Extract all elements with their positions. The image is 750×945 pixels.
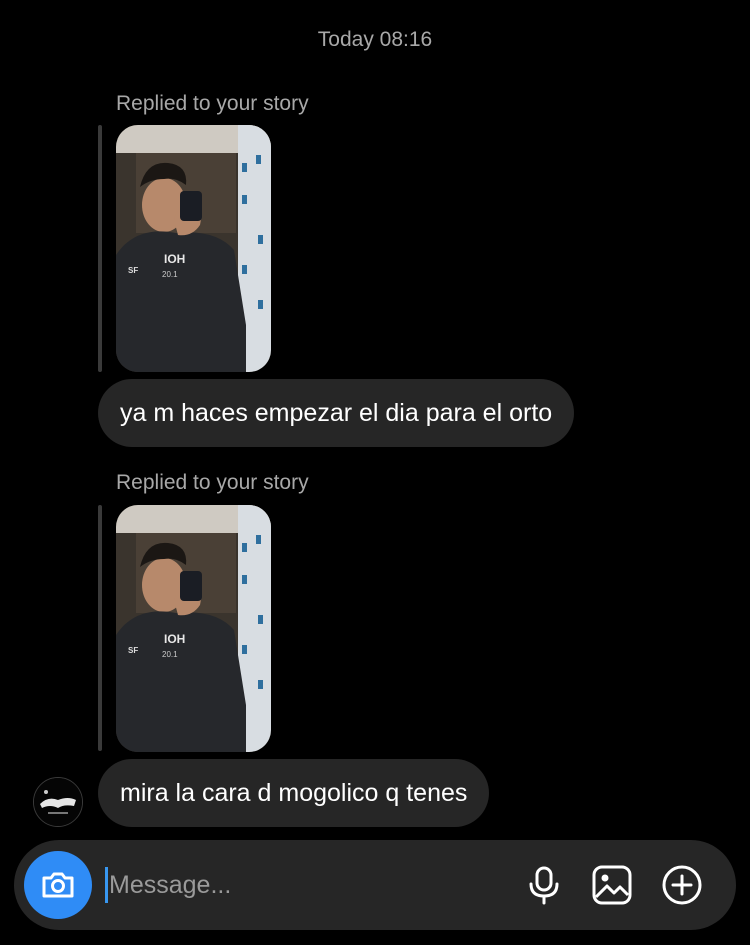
microphone-button[interactable] xyxy=(522,863,566,907)
svg-text:SF: SF xyxy=(128,266,138,275)
reply-context-label: Replied to your story xyxy=(116,92,309,115)
svg-text:IOH: IOH xyxy=(164,632,185,646)
story-thumbnail[interactable]: IOH 20.1 SF xyxy=(116,505,271,752)
message-composer xyxy=(14,840,736,930)
sender-avatar-logo xyxy=(34,778,82,826)
camera-button[interactable] xyxy=(24,851,92,919)
gallery-icon xyxy=(592,865,632,905)
more-options-button[interactable] xyxy=(660,863,704,907)
message-input[interactable] xyxy=(109,862,489,908)
message-bubble[interactable]: mira la cara d mogolico q tenes xyxy=(98,759,490,827)
microphone-icon xyxy=(529,866,559,905)
chat-timestamp: Today 08:16 xyxy=(317,28,433,51)
camera-icon xyxy=(42,872,74,898)
svg-text:SF: SF xyxy=(128,646,138,655)
message-bubble[interactable]: ya m haces empezar el dia para el orto xyxy=(98,379,575,447)
reply-context-label: Replied to your story xyxy=(116,471,309,494)
svg-text:IOH: IOH xyxy=(164,252,185,266)
text-caret xyxy=(105,867,108,903)
svg-text:20.1: 20.1 xyxy=(162,270,178,279)
avatar[interactable] xyxy=(33,777,83,827)
plus-circle-icon xyxy=(662,865,702,905)
reply-quote-bar xyxy=(98,125,102,372)
svg-text:20.1: 20.1 xyxy=(162,650,178,659)
reply-quote-bar xyxy=(98,505,102,751)
story-photo: IOH 20.1 SF xyxy=(116,125,271,372)
story-thumbnail[interactable]: IOH 20.1 SF xyxy=(116,125,271,372)
story-photo: IOH 20.1 SF xyxy=(116,505,271,752)
gallery-button[interactable] xyxy=(590,863,634,907)
